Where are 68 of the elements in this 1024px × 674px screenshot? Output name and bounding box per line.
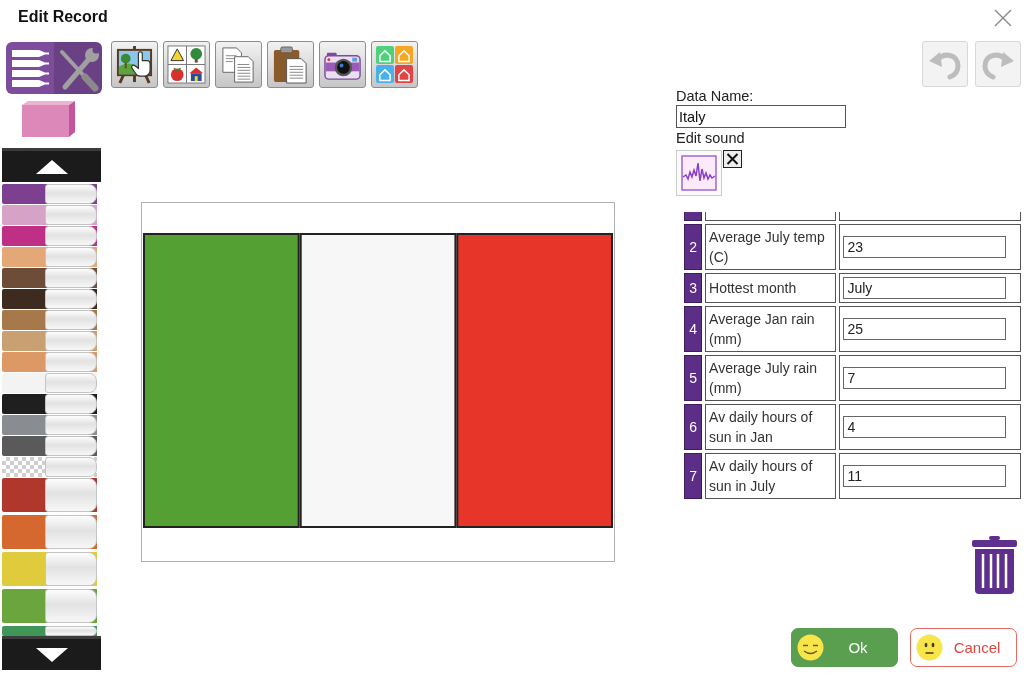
field-label: Data Name: [676, 87, 754, 105]
table-cell: Av daily hours of sun in Jan [705, 404, 837, 450]
marker-icon[interactable] [2, 457, 97, 477]
marker-icon[interactable] [2, 205, 97, 225]
paste-button[interactable] [267, 41, 314, 88]
table-cell: Av daily hours of sun in July [705, 453, 837, 499]
clipboard-icon [271, 45, 310, 84]
marker-icon[interactable] [2, 589, 97, 623]
remove-sound-button[interactable] [723, 150, 742, 168]
smiling-face-icon [797, 634, 824, 661]
easel-button[interactable] [111, 41, 158, 88]
value-input[interactable]: July [843, 277, 1007, 299]
value-input[interactable]: 23 [843, 236, 1007, 258]
row-number-cell: 2 [684, 224, 703, 270]
table-cell: Average Jan rain (mm) [705, 306, 837, 352]
value-input[interactable]: 11 [843, 465, 1007, 487]
houses-button[interactable] [371, 41, 418, 88]
eraser-icon[interactable] [22, 100, 75, 137]
marker-icon[interactable] [2, 289, 97, 309]
marker-icon[interactable] [2, 352, 97, 372]
row-number-cell: 4 [684, 306, 703, 352]
neutral-face-icon [916, 634, 943, 661]
marker-icon[interactable] [2, 515, 97, 549]
close-icon [994, 9, 1012, 27]
marker-icon[interactable] [2, 268, 97, 288]
waveform-icon [681, 155, 717, 191]
sound-button[interactable] [676, 150, 722, 196]
marker-icon[interactable] [2, 331, 97, 351]
trash-icon[interactable] [972, 536, 1017, 594]
marker-icon[interactable] [2, 436, 97, 456]
houses-grid-icon [375, 45, 414, 84]
camera-button[interactable] [319, 41, 366, 88]
marker-icon[interactable] [2, 552, 97, 586]
row-number-cell: 3 [684, 273, 703, 303]
table-cell: Average July rain (mm) [705, 355, 837, 401]
marker-icon[interactable] [2, 415, 97, 435]
value-input[interactable]: 25 [843, 318, 1007, 340]
row-number-cell: 5 [684, 355, 703, 401]
cross-icon [726, 153, 739, 165]
marker-icon[interactable] [2, 626, 97, 636]
marker-icon[interactable] [2, 184, 97, 204]
shapes-button[interactable] [163, 41, 210, 88]
table-cell: Hottest month [705, 273, 837, 303]
field-label: Edit sound [676, 129, 745, 147]
up-triangle-icon [34, 158, 69, 175]
easel-icon [115, 45, 154, 84]
name-input[interactable]: Italy [676, 105, 846, 128]
marker-icon[interactable] [2, 310, 97, 330]
dialog-title: Edit Record [18, 7, 108, 27]
row-number-cell [684, 212, 703, 221]
shapes-grid-icon [167, 45, 206, 84]
copy-button[interactable] [215, 41, 262, 88]
pens-tools-button[interactable] [6, 42, 102, 94]
marker-icon[interactable] [2, 394, 97, 414]
marker-icon[interactable] [2, 226, 97, 246]
scroll-down-button[interactable] [2, 636, 101, 670]
marker-icon[interactable] [2, 478, 97, 512]
row-number-cell: 7 [684, 453, 703, 499]
table-cell: Average July temp (C) [705, 224, 837, 270]
value-input[interactable]: 7 [843, 367, 1007, 389]
marker-icon[interactable] [2, 373, 97, 393]
scroll-up-button[interactable] [2, 148, 101, 182]
down-triangle-icon [34, 646, 69, 663]
cancel-button[interactable]: Cancel [910, 628, 1017, 667]
value-input[interactable]: 4 [843, 416, 1007, 438]
row-number-cell: 6 [684, 404, 703, 450]
marker-icon[interactable] [2, 247, 97, 267]
close-button[interactable] [994, 9, 1012, 27]
